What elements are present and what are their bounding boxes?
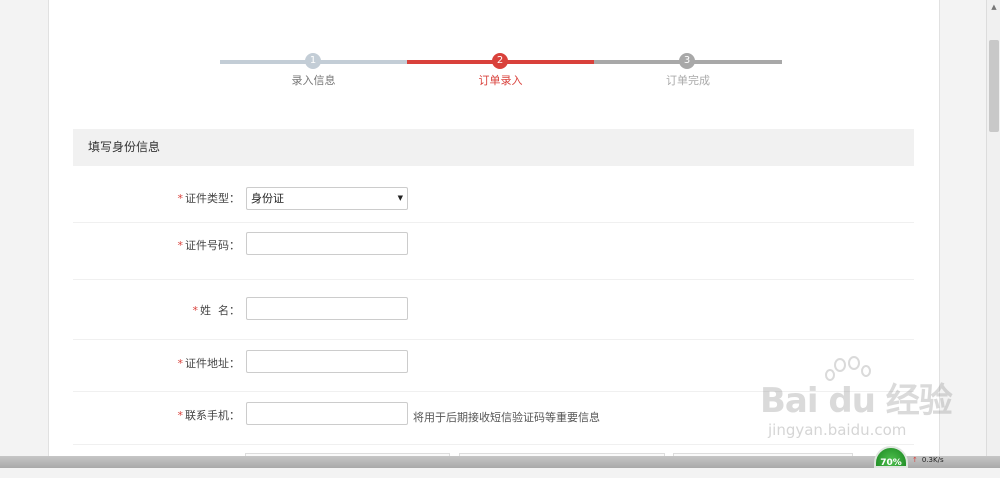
phone-input[interactable] bbox=[246, 402, 408, 425]
scrollbar-thumb[interactable] bbox=[989, 40, 999, 132]
id-type-label: * 证件类型： bbox=[178, 190, 241, 206]
address-label-text: 证件地址： bbox=[185, 357, 240, 370]
id-number-input[interactable] bbox=[246, 232, 408, 255]
name-label: * 姓 名： bbox=[193, 302, 241, 318]
id-type-label-text: 证件类型： bbox=[185, 192, 240, 205]
address-input[interactable] bbox=[246, 350, 408, 373]
upload-arrow-icon: ↑ bbox=[912, 456, 918, 464]
step-3-label: 订单完成 bbox=[666, 74, 710, 87]
network-speed: ↑ 0.3K/s bbox=[912, 456, 944, 464]
name-input[interactable] bbox=[246, 297, 408, 320]
form-row-id-type: * 证件类型： 身份证 ▼ bbox=[73, 180, 914, 223]
taskbar bbox=[0, 456, 1000, 468]
form-row-id-number: * 证件号码： bbox=[73, 223, 914, 280]
section-title: 填写身份信息 bbox=[73, 129, 914, 166]
required-mark: * bbox=[177, 409, 184, 422]
id-type-value: 身份证 bbox=[251, 192, 284, 205]
watermark-brand: Bai du 经验 bbox=[760, 381, 953, 421]
required-mark: * bbox=[177, 239, 184, 252]
scroll-up-icon[interactable]: ▲ bbox=[987, 0, 1000, 14]
step-2: 2 订单录入 bbox=[407, 52, 594, 92]
phone-label: * 联系手机： bbox=[178, 407, 241, 423]
baidu-jingyan-watermark: Bai du 经验 jingyan.baidu.com bbox=[760, 355, 980, 445]
required-mark: * bbox=[192, 304, 199, 317]
step-2-number: 2 bbox=[492, 53, 508, 69]
step-1-label: 录入信息 bbox=[291, 74, 336, 87]
chevron-down-icon: ▼ bbox=[397, 194, 403, 202]
form-row-name: * 姓 名： bbox=[73, 280, 914, 340]
required-mark: * bbox=[177, 192, 184, 205]
step-2-label: 订单录入 bbox=[478, 74, 523, 87]
network-speed-value: 0.3K/s bbox=[921, 456, 944, 464]
id-number-label: * 证件号码： bbox=[178, 237, 241, 253]
phone-hint: 将用于后期接收短信验证码等重要信息 bbox=[413, 411, 600, 424]
id-type-select[interactable]: 身份证 ▼ bbox=[246, 187, 408, 210]
name-label-text: 姓 名： bbox=[200, 304, 240, 317]
watermark-url: jingyan.baidu.com bbox=[768, 421, 907, 439]
id-number-label-text: 证件号码： bbox=[185, 239, 240, 252]
step-3-number: 3 bbox=[679, 53, 695, 69]
vertical-scrollbar[interactable]: ▲ bbox=[986, 0, 1000, 468]
step-1-number: 1 bbox=[305, 53, 321, 69]
order-stepper: 1 录入信息 2 订单录入 3 订单完成 bbox=[220, 52, 782, 92]
step-3: 3 订单完成 bbox=[594, 52, 782, 92]
required-mark: * bbox=[177, 357, 184, 370]
step-1: 1 录入信息 bbox=[220, 52, 407, 92]
address-label: * 证件地址： bbox=[178, 355, 241, 371]
phone-label-text: 联系手机： bbox=[185, 409, 240, 422]
